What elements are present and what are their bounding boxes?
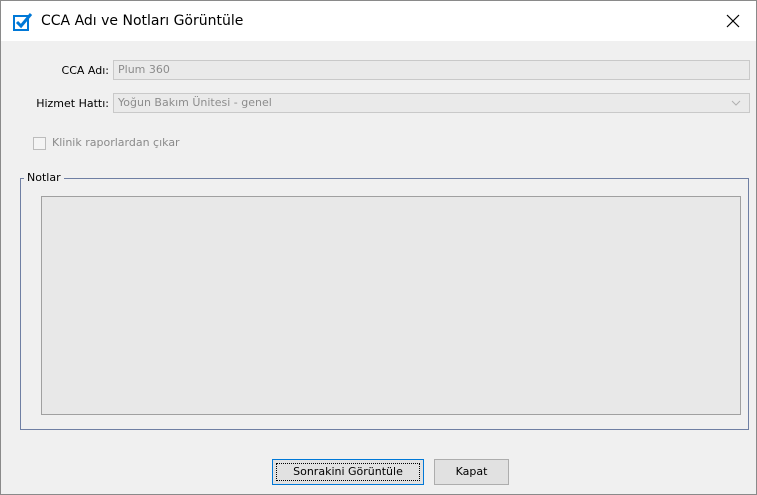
notes-textarea[interactable] [41,196,741,415]
cca-name-value: Plum 360 [118,63,170,76]
view-next-label: Sonrakini Görüntüle [293,465,403,478]
exclude-clinical-reports-label: Klinik raporlardan çıkar [52,136,180,149]
view-next-button[interactable]: Sonrakini Görüntüle [272,459,424,485]
title-bar[interactable]: CCA Adı ve Notları Görüntüle [1,1,756,41]
chevron-down-icon [731,100,741,106]
window-title: CCA Adı ve Notları Görüntüle [41,13,244,29]
service-line-value: Yoğun Bakım Ünitesi - genel [118,96,272,109]
close-button-label: Kapat [455,465,488,478]
notes-legend: Notlar [24,171,64,185]
service-line-select[interactable]: Yoğun Bakım Ünitesi - genel [113,93,750,113]
close-window-button[interactable] [710,1,756,41]
exclude-clinical-reports-checkbox[interactable] [33,137,46,150]
dialog-window: CCA Adı ve Notları Görüntüle CCA Adı: Pl… [0,0,757,495]
checkbox-check-icon [13,12,33,32]
cca-name-field[interactable]: Plum 360 [113,60,750,80]
close-icon [726,14,740,28]
cca-name-label: CCA Adı: [61,64,109,77]
close-button[interactable]: Kapat [434,459,509,485]
service-line-label: Hizmet Hattı: [36,97,109,110]
